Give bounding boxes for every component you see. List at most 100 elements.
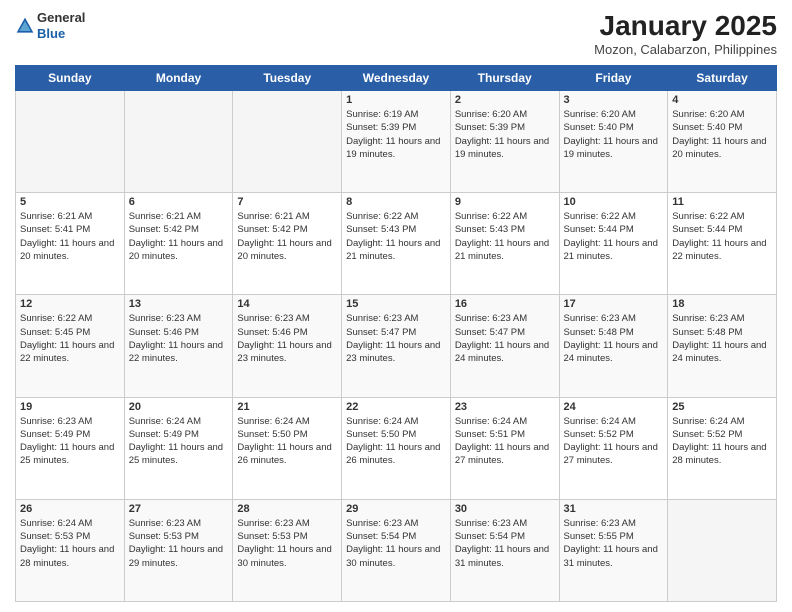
table-row: 9 Sunrise: 6:22 AM Sunset: 5:43 PM Dayli…	[450, 193, 559, 295]
sunset-text: Sunset: 5:44 PM	[564, 224, 634, 235]
calendar-week-row: 12 Sunrise: 6:22 AM Sunset: 5:45 PM Dayl…	[16, 295, 777, 397]
cell-content: Sunrise: 6:21 AM Sunset: 5:42 PM Dayligh…	[237, 210, 337, 263]
table-row: 16 Sunrise: 6:23 AM Sunset: 5:47 PM Dayl…	[450, 295, 559, 397]
sunset-text: Sunset: 5:52 PM	[672, 429, 742, 440]
day-number: 22	[346, 401, 446, 413]
daylight-text: Daylight: 11 hours and 19 minutes.	[455, 136, 549, 160]
day-number: 30	[455, 503, 555, 515]
sunrise-text: Sunrise: 6:24 AM	[672, 416, 744, 427]
cell-content: Sunrise: 6:24 AM Sunset: 5:50 PM Dayligh…	[237, 415, 337, 468]
sunset-text: Sunset: 5:39 PM	[455, 122, 525, 133]
header: General Blue January 2025 Mozon, Calabar…	[15, 10, 777, 57]
daylight-text: Daylight: 11 hours and 22 minutes.	[672, 238, 766, 262]
day-number: 7	[237, 196, 337, 208]
logo-icon	[15, 16, 35, 36]
day-number: 12	[20, 298, 120, 310]
daylight-text: Daylight: 11 hours and 19 minutes.	[346, 136, 440, 160]
sunrise-text: Sunrise: 6:24 AM	[129, 416, 201, 427]
day-number: 27	[129, 503, 229, 515]
cell-content: Sunrise: 6:24 AM Sunset: 5:52 PM Dayligh…	[564, 415, 664, 468]
sunset-text: Sunset: 5:47 PM	[455, 327, 525, 338]
logo: General Blue	[15, 10, 85, 41]
day-number: 23	[455, 401, 555, 413]
sunrise-text: Sunrise: 6:23 AM	[20, 416, 92, 427]
table-row: 20 Sunrise: 6:24 AM Sunset: 5:49 PM Dayl…	[124, 397, 233, 499]
col-sunday: Sunday	[16, 66, 125, 91]
page: General Blue January 2025 Mozon, Calabar…	[0, 0, 792, 612]
daylight-text: Daylight: 11 hours and 31 minutes.	[455, 544, 549, 568]
table-row: 21 Sunrise: 6:24 AM Sunset: 5:50 PM Dayl…	[233, 397, 342, 499]
cell-content: Sunrise: 6:22 AM Sunset: 5:43 PM Dayligh…	[455, 210, 555, 263]
cell-content: Sunrise: 6:23 AM Sunset: 5:46 PM Dayligh…	[129, 312, 229, 365]
day-number: 21	[237, 401, 337, 413]
sunrise-text: Sunrise: 6:22 AM	[346, 211, 418, 222]
day-number: 20	[129, 401, 229, 413]
sunrise-text: Sunrise: 6:21 AM	[20, 211, 92, 222]
table-row	[668, 499, 777, 601]
sunrise-text: Sunrise: 6:22 AM	[564, 211, 636, 222]
daylight-text: Daylight: 11 hours and 23 minutes.	[346, 340, 440, 364]
sunset-text: Sunset: 5:40 PM	[672, 122, 742, 133]
col-saturday: Saturday	[668, 66, 777, 91]
daylight-text: Daylight: 11 hours and 28 minutes.	[20, 544, 114, 568]
table-row: 25 Sunrise: 6:24 AM Sunset: 5:52 PM Dayl…	[668, 397, 777, 499]
table-row: 14 Sunrise: 6:23 AM Sunset: 5:46 PM Dayl…	[233, 295, 342, 397]
cell-content: Sunrise: 6:24 AM Sunset: 5:49 PM Dayligh…	[129, 415, 229, 468]
sunrise-text: Sunrise: 6:23 AM	[129, 313, 201, 324]
day-number: 4	[672, 94, 772, 106]
daylight-text: Daylight: 11 hours and 25 minutes.	[129, 442, 223, 466]
table-row: 27 Sunrise: 6:23 AM Sunset: 5:53 PM Dayl…	[124, 499, 233, 601]
daylight-text: Daylight: 11 hours and 25 minutes.	[20, 442, 114, 466]
daylight-text: Daylight: 11 hours and 30 minutes.	[237, 544, 331, 568]
table-row: 29 Sunrise: 6:23 AM Sunset: 5:54 PM Dayl…	[342, 499, 451, 601]
sunset-text: Sunset: 5:42 PM	[129, 224, 199, 235]
cell-content: Sunrise: 6:21 AM Sunset: 5:41 PM Dayligh…	[20, 210, 120, 263]
sunset-text: Sunset: 5:40 PM	[564, 122, 634, 133]
daylight-text: Daylight: 11 hours and 28 minutes.	[672, 442, 766, 466]
day-number: 25	[672, 401, 772, 413]
sunrise-text: Sunrise: 6:23 AM	[237, 518, 309, 529]
sunrise-text: Sunrise: 6:20 AM	[455, 109, 527, 120]
table-row	[16, 91, 125, 193]
cell-content: Sunrise: 6:24 AM Sunset: 5:53 PM Dayligh…	[20, 517, 120, 570]
table-row: 11 Sunrise: 6:22 AM Sunset: 5:44 PM Dayl…	[668, 193, 777, 295]
day-number: 28	[237, 503, 337, 515]
sunset-text: Sunset: 5:43 PM	[346, 224, 416, 235]
sunset-text: Sunset: 5:53 PM	[20, 531, 90, 542]
daylight-text: Daylight: 11 hours and 27 minutes.	[564, 442, 658, 466]
day-number: 19	[20, 401, 120, 413]
sunset-text: Sunset: 5:48 PM	[672, 327, 742, 338]
sunrise-text: Sunrise: 6:24 AM	[346, 416, 418, 427]
sunrise-text: Sunrise: 6:23 AM	[129, 518, 201, 529]
cell-content: Sunrise: 6:20 AM Sunset: 5:39 PM Dayligh…	[455, 108, 555, 161]
daylight-text: Daylight: 11 hours and 24 minutes.	[455, 340, 549, 364]
day-number: 31	[564, 503, 664, 515]
cell-content: Sunrise: 6:22 AM Sunset: 5:44 PM Dayligh…	[564, 210, 664, 263]
sunset-text: Sunset: 5:42 PM	[237, 224, 307, 235]
day-number: 29	[346, 503, 446, 515]
col-thursday: Thursday	[450, 66, 559, 91]
sunrise-text: Sunrise: 6:23 AM	[455, 518, 527, 529]
sunset-text: Sunset: 5:45 PM	[20, 327, 90, 338]
sunset-text: Sunset: 5:43 PM	[455, 224, 525, 235]
sunset-text: Sunset: 5:48 PM	[564, 327, 634, 338]
table-row: 13 Sunrise: 6:23 AM Sunset: 5:46 PM Dayl…	[124, 295, 233, 397]
sunset-text: Sunset: 5:51 PM	[455, 429, 525, 440]
sunset-text: Sunset: 5:54 PM	[346, 531, 416, 542]
sunrise-text: Sunrise: 6:20 AM	[672, 109, 744, 120]
day-number: 11	[672, 196, 772, 208]
col-tuesday: Tuesday	[233, 66, 342, 91]
table-row: 3 Sunrise: 6:20 AM Sunset: 5:40 PM Dayli…	[559, 91, 668, 193]
calendar-table: Sunday Monday Tuesday Wednesday Thursday…	[15, 65, 777, 602]
table-row: 15 Sunrise: 6:23 AM Sunset: 5:47 PM Dayl…	[342, 295, 451, 397]
table-row: 17 Sunrise: 6:23 AM Sunset: 5:48 PM Dayl…	[559, 295, 668, 397]
sunset-text: Sunset: 5:54 PM	[455, 531, 525, 542]
logo-blue: Blue	[37, 26, 65, 41]
cell-content: Sunrise: 6:23 AM Sunset: 5:53 PM Dayligh…	[129, 517, 229, 570]
sunrise-text: Sunrise: 6:22 AM	[20, 313, 92, 324]
sunrise-text: Sunrise: 6:24 AM	[237, 416, 309, 427]
title-block: January 2025 Mozon, Calabarzon, Philippi…	[594, 10, 777, 57]
cell-content: Sunrise: 6:22 AM Sunset: 5:45 PM Dayligh…	[20, 312, 120, 365]
daylight-text: Daylight: 11 hours and 26 minutes.	[346, 442, 440, 466]
daylight-text: Daylight: 11 hours and 22 minutes.	[20, 340, 114, 364]
